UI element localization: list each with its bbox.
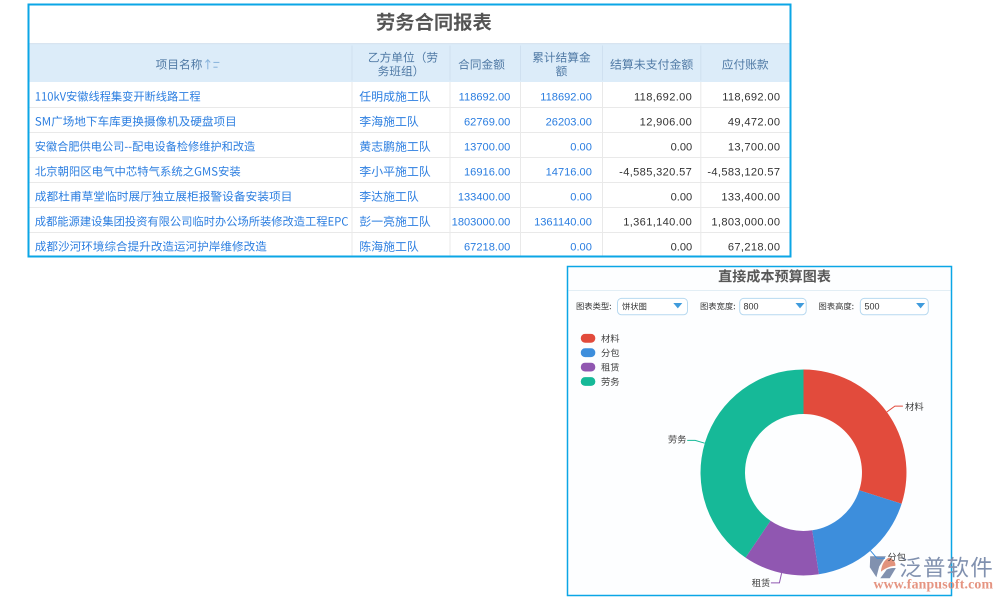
- svg-text:49,472.00: 49,472.00: [728, 116, 781, 128]
- svg-text:1,803,000.00: 1,803,000.00: [711, 216, 780, 228]
- svg-text:62769.00: 62769.00: [464, 116, 510, 128]
- svg-text:67218.00: 67218.00: [464, 241, 510, 253]
- svg-text:0.00: 0.00: [671, 141, 693, 153]
- svg-text:118,692.00: 118,692.00: [722, 91, 780, 103]
- svg-text:13,700.00: 13,700.00: [728, 141, 781, 153]
- svg-text:118,692.00: 118,692.00: [634, 91, 692, 103]
- svg-text:1361140.00: 1361140.00: [534, 216, 592, 228]
- svg-text:-4,583,120.57: -4,583,120.57: [707, 166, 780, 178]
- svg-text:0.00: 0.00: [570, 241, 592, 253]
- svg-text:133400.00: 133400.00: [458, 191, 510, 203]
- svg-text:1,361,140.00: 1,361,140.00: [623, 216, 692, 228]
- svg-text:-4,585,320.57: -4,585,320.57: [619, 166, 692, 178]
- svg-text:26203.00: 26203.00: [546, 116, 592, 128]
- svg-text:500: 500: [865, 301, 880, 311]
- svg-text:0.00: 0.00: [671, 241, 693, 253]
- svg-text:0.00: 0.00: [570, 141, 592, 153]
- svg-text:12,906.00: 12,906.00: [640, 116, 693, 128]
- svg-text:118692.00: 118692.00: [540, 91, 592, 103]
- svg-text:67,218.00: 67,218.00: [728, 241, 781, 253]
- svg-text:13700.00: 13700.00: [464, 141, 510, 153]
- svg-text:133,400.00: 133,400.00: [721, 191, 780, 203]
- svg-text:0.00: 0.00: [671, 191, 693, 203]
- svg-text:0.00: 0.00: [570, 191, 592, 203]
- svg-text:www.fanpusoft.com: www.fanpusoft.com: [874, 577, 994, 592]
- svg-text:16916.00: 16916.00: [464, 166, 510, 178]
- svg-text:800: 800: [744, 301, 759, 311]
- svg-text:1803000.00: 1803000.00: [452, 216, 511, 228]
- svg-text:118692.00: 118692.00: [459, 91, 511, 103]
- svg-text:14716.00: 14716.00: [546, 166, 592, 178]
